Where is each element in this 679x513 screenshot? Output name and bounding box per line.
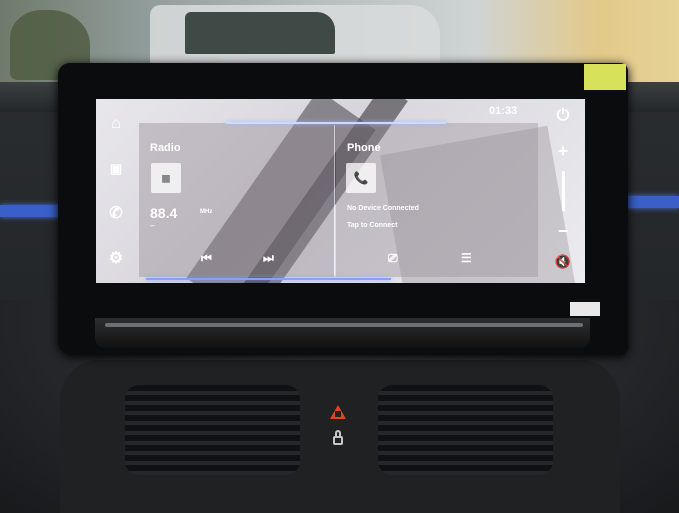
radio-unit: MHz: [200, 209, 213, 215]
radio-tile-icon: ◼: [151, 163, 181, 193]
chin-trim: [105, 323, 583, 327]
van-window: [185, 12, 335, 54]
phone-status: No Device Connected: [347, 205, 419, 212]
radio-title: Radio: [150, 142, 181, 154]
phone-nav-icon[interactable]: ✆: [104, 203, 128, 223]
volume-down-icon[interactable]: −: [551, 221, 575, 242]
left-nav-rail: ⌂ ▣ ✆ ⚙: [96, 99, 138, 283]
media-icon[interactable]: ▣: [104, 161, 128, 177]
phone-connect-action[interactable]: Tap to Connect: [347, 222, 397, 229]
phone-widget[interactable]: Phone 📞 No Device Connected Tap to Conne…: [336, 123, 538, 277]
volume-up-icon[interactable]: +: [551, 141, 575, 162]
settings-gear-icon[interactable]: ⚙: [104, 248, 128, 268]
right-control-rail: ⏻ + − 🔇: [541, 99, 585, 283]
hazard-button-center: [335, 411, 341, 417]
mute-icon[interactable]: 🔇: [551, 254, 575, 270]
radio-widget[interactable]: Radio ◼ 88.4 MHz – ⏮ ⏭: [139, 123, 334, 277]
infotainment-screen: ⌂ ▣ ✆ ⚙ 01:33 Radio ◼ 88.4 MHz – ⏮ ⏭ Pho…: [96, 99, 585, 283]
phone-title: Phone: [347, 142, 381, 154]
radio-frequency: 88.4: [150, 205, 178, 221]
lock-icon[interactable]: [333, 436, 343, 445]
next-track-icon[interactable]: ⏭: [263, 251, 274, 266]
air-vent-left: [125, 385, 300, 475]
card-divider: [334, 125, 335, 275]
phone-icon: 📞: [346, 163, 376, 193]
home-icon[interactable]: ⌂: [104, 115, 128, 133]
radio-station-subtext: –: [150, 221, 155, 230]
car-interior-photo: ⌂ ▣ ✆ ⚙ 01:33 Radio ◼ 88.4 MHz – ⏮ ⏭ Pho…: [0, 0, 679, 513]
bottom-highlight-line: [146, 278, 391, 280]
sticker: [570, 302, 600, 316]
screen-mirror-icon[interactable]: ⎚: [388, 251, 398, 266]
contacts-list-icon[interactable]: ☰: [461, 251, 472, 265]
previous-track-icon[interactable]: ⏮: [201, 251, 212, 266]
clock: 01:33: [489, 105, 518, 117]
top-highlight-line: [226, 122, 446, 124]
yellow-tag: [584, 64, 626, 90]
air-vent-right: [378, 385, 553, 475]
power-icon[interactable]: ⏻: [551, 107, 575, 125]
volume-level-bar[interactable]: [562, 171, 565, 211]
